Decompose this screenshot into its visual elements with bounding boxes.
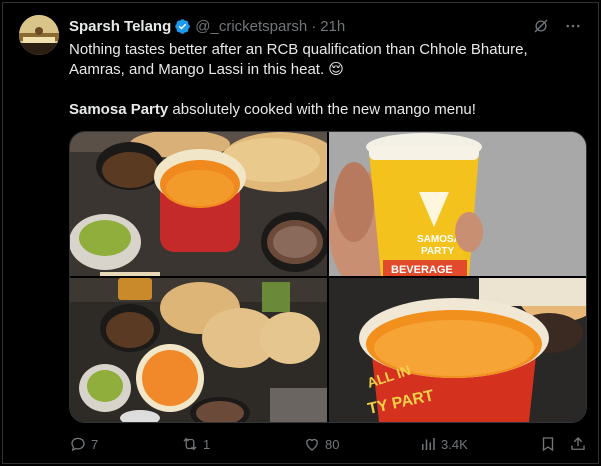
heart-icon [306, 438, 318, 451]
views-chart-icon [422, 438, 435, 450]
share-icon [571, 437, 585, 450]
avatar[interactable] [19, 15, 59, 55]
like-button[interactable]: 80 [303, 435, 339, 453]
repost-icon [183, 437, 197, 451]
cup-text: SAMOSA [417, 234, 461, 245]
tweet-text-bold: Samosa Party [69, 101, 169, 118]
tweet-header: Sparsh Telang @_cricketsparsh · 21h [69, 15, 586, 37]
tweet-text-line: Nothing tastes better after an RCB quali… [69, 41, 528, 58]
photo-cup-top-right[interactable]: SAMOSA PARTY BEVERAGE [329, 132, 586, 276]
separator-dot: · [311, 17, 317, 35]
photo-cup-bottom-right[interactable]: ALL IN TY PART [329, 278, 586, 422]
repost-count: 1 [203, 436, 211, 452]
views-count: 3.4K [441, 436, 468, 452]
tweet-time[interactable]: 21h [320, 18, 345, 35]
photo-food-top-left[interactable] [70, 132, 327, 276]
tweet-actions: 7 1 80 3.4K [69, 431, 589, 457]
tweet-text-rest: absolutely cooked with the new mango men… [168, 101, 476, 118]
cup-text: PARTY [421, 246, 454, 257]
grok-icon[interactable] [532, 17, 550, 35]
repost-button[interactable]: 1 [181, 435, 210, 453]
share-button[interactable] [569, 435, 587, 453]
tweet-text-line: Aamras, and Mango Lassi in this heat. 😌 [69, 61, 344, 78]
verified-badge-icon[interactable] [174, 18, 191, 35]
tweet-card[interactable]: Sparsh Telang @_cricketsparsh · 21h Noth… [2, 2, 599, 464]
author-name[interactable]: Sparsh Telang [69, 18, 171, 35]
header-actions [532, 15, 582, 37]
reply-icon [71, 437, 85, 452]
cup-text: BEVERAGE [391, 264, 453, 276]
tweet-text: Nothing tastes better after an RCB quali… [69, 40, 589, 120]
reply-count: 7 [91, 436, 99, 452]
more-options-icon[interactable] [564, 17, 582, 35]
reply-button[interactable]: 7 [69, 435, 98, 453]
like-count: 80 [325, 436, 340, 452]
views-button[interactable]: 3.4K [419, 435, 468, 453]
tweet-text-line: Samosa Party absolutely cooked with the … [69, 100, 589, 120]
media-grid: SAMOSA PARTY BEVERAGE ALL IN TY PART [69, 131, 587, 423]
bookmark-button[interactable] [539, 435, 557, 453]
photo-food-bottom-left[interactable] [70, 278, 327, 422]
author-handle[interactable]: @_cricketsparsh [195, 18, 307, 35]
bookmark-icon [542, 437, 554, 452]
